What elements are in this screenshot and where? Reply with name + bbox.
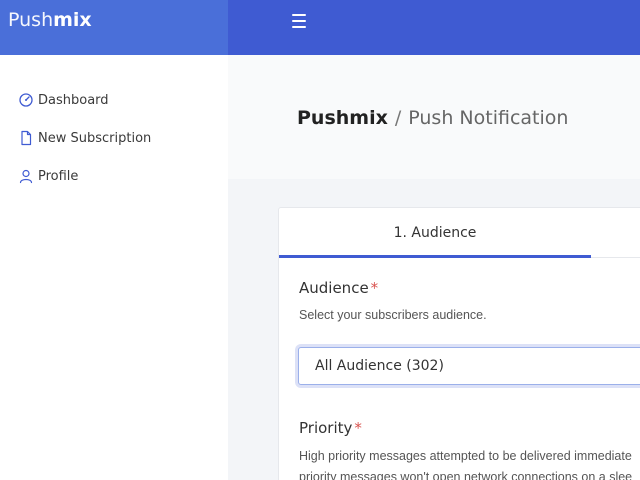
user-icon <box>19 169 33 184</box>
priority-description: High priority messages attempted to be d… <box>299 446 640 480</box>
audience-label: Audience * <box>299 279 378 297</box>
hamburger-menu-icon[interactable] <box>290 12 308 30</box>
sidebar-item-new-subscription[interactable]: New Subscription <box>0 119 228 157</box>
document-icon <box>21 130 32 146</box>
sidebar-item-profile[interactable]: Profile <box>0 157 228 195</box>
priority-label: Priority * <box>299 419 362 437</box>
brand-logo[interactable]: Push mix <box>0 0 228 55</box>
audience-label-text: Audience <box>299 279 369 297</box>
brand-name-light: Push <box>8 8 54 31</box>
speedometer-icon <box>19 93 33 107</box>
page-header: Pushmix / Push Notification <box>228 55 640 179</box>
brand-name-bold: mix <box>53 8 92 31</box>
tab-label: 1. Audience <box>393 225 477 241</box>
breadcrumb-current: Push Notification <box>408 107 569 129</box>
top-navbar <box>228 0 640 55</box>
breadcrumb-root[interactable]: Pushmix <box>297 107 388 129</box>
active-tab-indicator <box>279 255 591 258</box>
sidebar: Dashboard New Subscription Profile <box>0 55 228 480</box>
tab-audience[interactable]: 1. Audience <box>279 208 591 258</box>
sidebar-item-label: Dashboard <box>38 92 109 108</box>
audience-select[interactable]: All Audience (302) <box>298 347 640 385</box>
required-mark: * <box>354 419 362 437</box>
sidebar-item-dashboard[interactable]: Dashboard <box>0 81 228 119</box>
breadcrumb-separator: / <box>394 107 402 129</box>
required-mark: * <box>370 279 379 297</box>
breadcrumb: Pushmix / Push Notification <box>297 107 568 129</box>
audience-select-value: All Audience (302) <box>315 358 444 374</box>
sidebar-item-label: New Subscription <box>38 130 152 146</box>
priority-description-line: High priority messages attempted to be d… <box>299 449 632 463</box>
priority-description-line: priority messages won't open network con… <box>299 470 633 480</box>
priority-label-text: Priority <box>299 419 353 437</box>
notification-form-card: 1. Audience Audience * Select your subscr… <box>278 207 640 480</box>
sidebar-item-label: Profile <box>38 168 79 184</box>
audience-help-text: Select your subscribers audience. <box>299 308 487 322</box>
